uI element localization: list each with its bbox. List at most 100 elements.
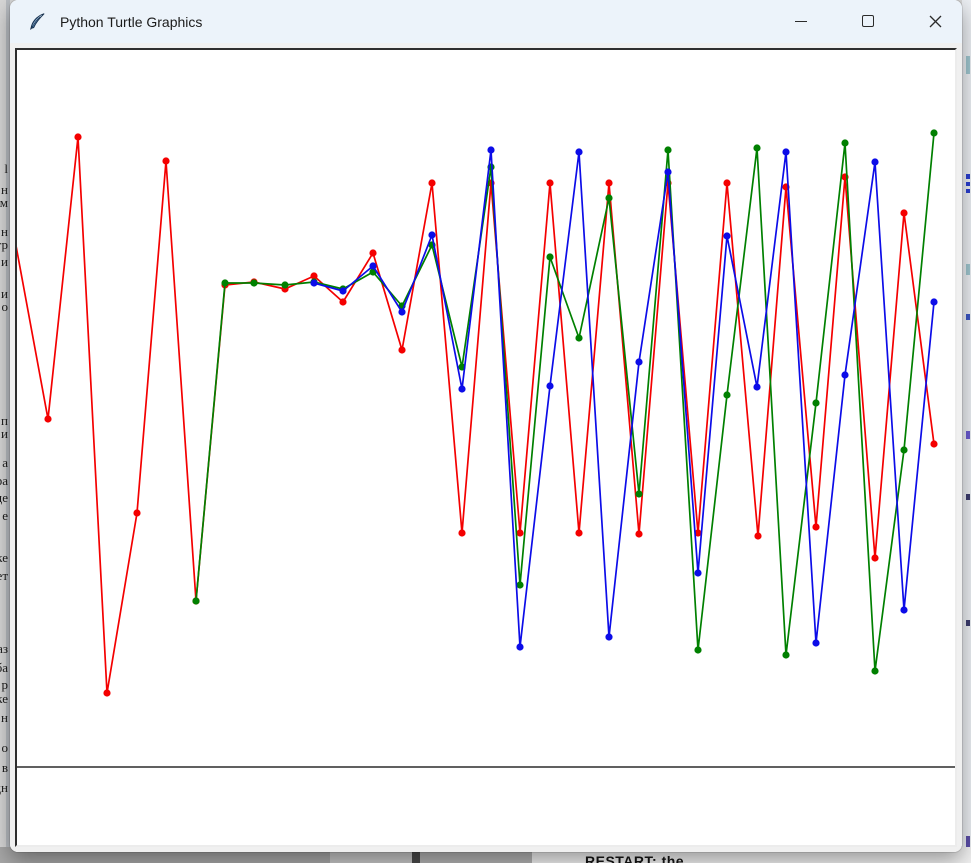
data-point-red (546, 179, 553, 186)
background-text-fragment: е (2, 509, 8, 522)
maximize-icon (862, 15, 874, 27)
data-point-blue (723, 232, 730, 239)
data-point-blue (841, 371, 848, 378)
data-point-blue (635, 358, 642, 365)
background-mark (966, 494, 970, 500)
turtle-graphics-window: Python Turtle Graphics (10, 0, 962, 852)
background-text-fragment: ет (0, 569, 8, 582)
background-window-right-sliver (962, 0, 971, 863)
series-line-green (196, 133, 934, 671)
data-point-blue (458, 385, 465, 392)
data-point-green (516, 581, 523, 588)
background-text-fragment: тр (0, 238, 8, 251)
data-point-red (871, 554, 878, 561)
data-point-red (605, 179, 612, 186)
background-mark (966, 431, 970, 439)
data-point-green (281, 281, 288, 288)
data-point-green (546, 253, 553, 260)
data-point-green (812, 399, 819, 406)
background-text-fragment: ра (0, 474, 8, 487)
turtle-chart (17, 50, 955, 845)
minimize-button[interactable] (778, 0, 824, 42)
close-icon (929, 15, 942, 28)
data-point-blue (546, 382, 553, 389)
data-point-green (221, 279, 228, 286)
background-mark (966, 182, 970, 186)
data-point-red (930, 440, 937, 447)
background-mark (966, 56, 970, 74)
background-text-fragment: ке (0, 692, 8, 705)
data-point-green (753, 144, 760, 151)
data-point-red (74, 133, 81, 140)
maximize-button[interactable] (845, 0, 891, 42)
data-point-green (250, 279, 257, 286)
data-point-red (44, 415, 51, 422)
background-text-fragment: н (1, 711, 8, 724)
data-point-red (516, 529, 523, 536)
background-mark (966, 189, 970, 193)
background-text-fragment: м (0, 196, 8, 209)
data-point-blue (575, 148, 582, 155)
background-text-fragment: и (1, 255, 8, 268)
data-point-green (841, 139, 848, 146)
data-point-green (871, 667, 878, 674)
data-point-blue (487, 146, 494, 153)
data-point-blue (782, 148, 789, 155)
data-point-blue (339, 287, 346, 294)
data-point-green (192, 597, 199, 604)
background-text-fragment: о (2, 300, 9, 313)
data-point-red (723, 179, 730, 186)
minimize-icon (795, 21, 807, 22)
background-text-fragment: ке (0, 551, 8, 564)
data-point-red (754, 532, 761, 539)
background-text-fragment: аз (0, 642, 8, 655)
background-window-left-sliver: lнмнтрииопиарадеекеетазбаркеновдн (0, 0, 10, 863)
data-point-blue (605, 633, 612, 640)
window-title: Python Turtle Graphics (60, 14, 202, 30)
background-text-fragment: де (0, 491, 8, 504)
data-point-blue (871, 158, 878, 165)
background-mark (966, 174, 970, 179)
data-point-green (575, 334, 582, 341)
data-point-green (900, 446, 907, 453)
data-point-red (369, 249, 376, 256)
data-point-red (339, 298, 346, 305)
close-button[interactable] (912, 0, 958, 42)
data-point-green (782, 651, 789, 658)
data-point-red (812, 523, 819, 530)
data-point-green (664, 146, 671, 153)
background-text-fragment: а (2, 456, 8, 469)
background-text-fragment: ба (0, 661, 8, 674)
data-point-green (930, 129, 937, 136)
background-text-fragment: l (4, 162, 8, 175)
data-point-green (605, 194, 612, 201)
data-point-blue (930, 298, 937, 305)
data-point-red (103, 689, 110, 696)
data-point-red (635, 530, 642, 537)
idle-restart-text: RESTART: the ... (585, 853, 702, 863)
data-point-blue (310, 279, 317, 286)
data-point-green (694, 646, 701, 653)
data-point-blue (664, 168, 671, 175)
data-point-blue (694, 569, 701, 576)
data-point-blue (428, 231, 435, 238)
data-point-green (635, 490, 642, 497)
data-point-red (458, 529, 465, 536)
background-mark (966, 314, 970, 320)
data-point-blue (516, 643, 523, 650)
data-point-red (398, 346, 405, 353)
window-titlebar[interactable]: Python Turtle Graphics (10, 0, 962, 43)
python-feather-icon (28, 12, 47, 31)
data-point-red (900, 209, 907, 216)
background-mark (966, 264, 970, 275)
series-line-red (17, 137, 934, 693)
data-point-blue (369, 262, 376, 269)
data-point-red (162, 157, 169, 164)
data-point-blue (812, 639, 819, 646)
data-point-blue (398, 308, 405, 315)
data-point-blue (753, 383, 760, 390)
data-point-red (428, 179, 435, 186)
data-point-green (723, 391, 730, 398)
background-text-fragment: р (2, 678, 9, 691)
background-text-fragment: о (2, 741, 9, 754)
